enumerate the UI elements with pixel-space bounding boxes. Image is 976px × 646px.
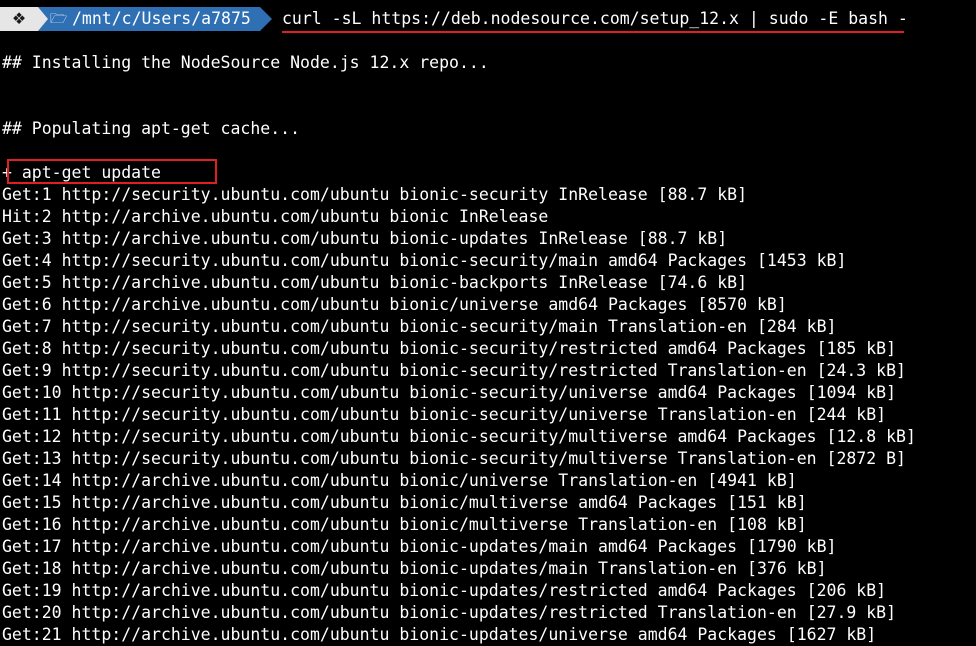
output-line: Get:11 http://security.ubuntu.com/ubuntu…	[2, 405, 887, 424]
command-input[interactable]: curl -sL https://deb.nodesource.com/setu…	[282, 7, 908, 31]
current-path: /mnt/c/Users/a7875	[72, 9, 251, 28]
output-line: Get:20 http://archive.ubuntu.com/ubuntu …	[2, 603, 897, 622]
output-line: Get:13 http://security.ubuntu.com/ubuntu…	[2, 449, 906, 468]
output-line: Get:19 http://archive.ubuntu.com/ubuntu …	[2, 581, 887, 600]
output-line: Get:5 http://archive.ubuntu.com/ubuntu b…	[2, 273, 748, 292]
output-line: Get:18 http://archive.ubuntu.com/ubuntu …	[2, 559, 827, 578]
output-line: Get:16 http://archive.ubuntu.com/ubuntu …	[2, 515, 807, 534]
output-line: Get:14 http://archive.ubuntu.com/ubuntu …	[2, 471, 797, 490]
output-line: Get:9 http://security.ubuntu.com/ubuntu …	[2, 361, 906, 380]
folder-icon: 🗁	[50, 11, 68, 27]
command-highlight-underline	[282, 31, 904, 33]
shell-prompt: ❖ 🗁 /mnt/c/Users/a7875 curl -sL https://…	[0, 5, 976, 33]
output-line: Get:10 http://security.ubuntu.com/ubuntu…	[2, 383, 897, 402]
apt-update-highlight-box	[7, 159, 217, 184]
windows-icon: ❖	[11, 9, 27, 28]
output-line: Get:6 http://archive.ubuntu.com/ubuntu b…	[2, 295, 787, 314]
os-segment-arrow	[38, 7, 48, 31]
populating-message: ## Populating apt-get cache...	[2, 119, 301, 138]
os-segment: ❖	[0, 7, 38, 31]
output-line: Get:21 http://archive.ubuntu.com/ubuntu …	[2, 625, 877, 644]
output-line: Get:15 http://archive.ubuntu.com/ubuntu …	[2, 493, 807, 512]
output-line: Hit:2 http://archive.ubuntu.com/ubuntu b…	[2, 207, 549, 226]
output-line: Get:8 http://security.ubuntu.com/ubuntu …	[2, 339, 897, 358]
output-line: Get:12 http://security.ubuntu.com/ubuntu…	[2, 427, 916, 446]
path-segment-arrow	[260, 7, 272, 31]
output-line: Get:3 http://archive.ubuntu.com/ubuntu b…	[2, 229, 728, 248]
output-line: Get:17 http://archive.ubuntu.com/ubuntu …	[2, 537, 837, 556]
installing-message: ## Installing the NodeSource Node.js 12.…	[2, 53, 489, 72]
path-segment: 🗁 /mnt/c/Users/a7875	[38, 7, 260, 31]
output-line: Get:7 http://security.ubuntu.com/ubuntu …	[2, 317, 837, 336]
output-line: Get:4 http://security.ubuntu.com/ubuntu …	[2, 251, 847, 270]
output-line: Get:1 http://security.ubuntu.com/ubuntu …	[2, 185, 748, 204]
